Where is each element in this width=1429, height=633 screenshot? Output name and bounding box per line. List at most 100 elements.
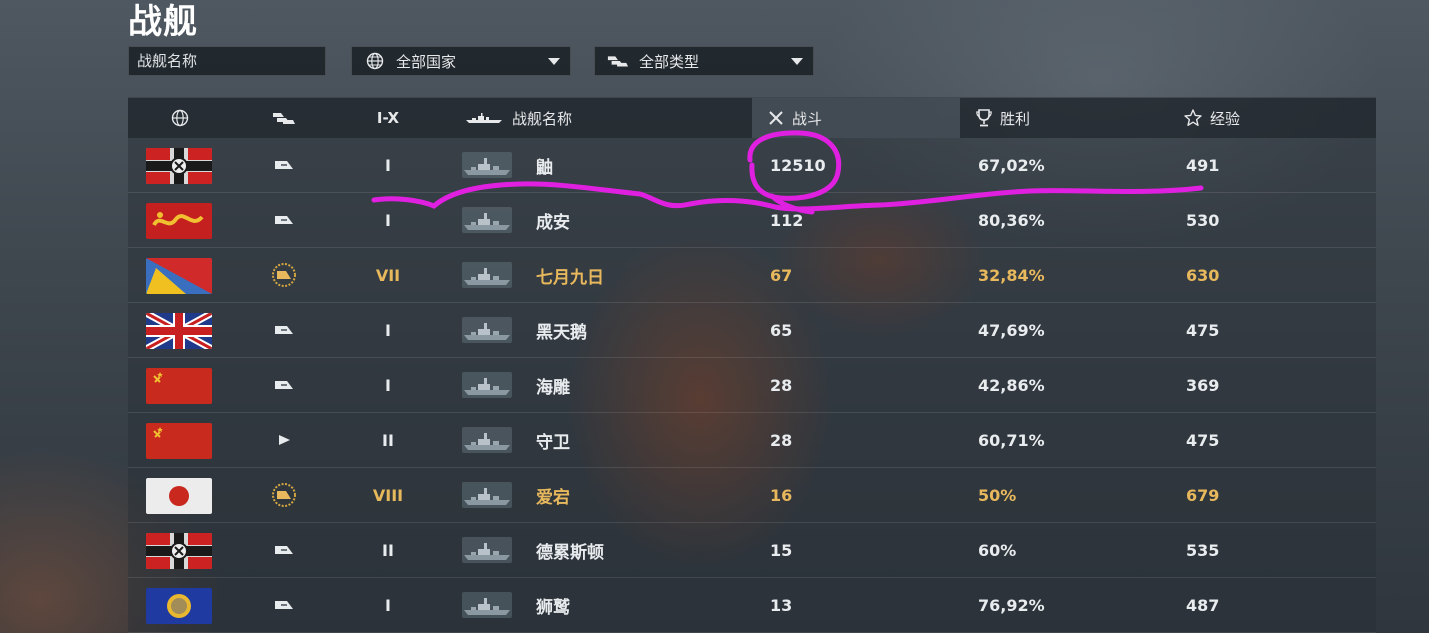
wins-value: 32,84%	[978, 265, 1045, 285]
table-row[interactable]: I 狮鹫 13 76,92% 487	[128, 578, 1376, 633]
wins-value: 42,86%	[978, 375, 1045, 395]
destroyer-icon	[264, 138, 304, 192]
star-icon	[1184, 109, 1202, 127]
destroyer-icon	[264, 303, 304, 357]
ship-tier: I	[385, 375, 391, 395]
ship-name: 七月九日	[536, 267, 604, 288]
table-row[interactable]: II 守卫 28 60,71% 475	[128, 413, 1376, 468]
ships-table: I-X 战舰名称 战斗 胜利 经验 I 鼬 12510 67,02% 491 I…	[128, 97, 1376, 633]
table-row[interactable]: I 鼬 12510 67,02% 491	[128, 138, 1376, 193]
nation-filter-label: 全部国家	[396, 52, 457, 71]
nation-flag-pan-asia	[146, 203, 212, 239]
ship-name: 海雕	[536, 377, 570, 398]
destroyer-icon	[264, 193, 304, 247]
battles-value: 65	[770, 320, 793, 340]
battles-value: 15	[770, 540, 793, 560]
table-header: I-X 战舰名称 战斗 胜利 经验	[128, 97, 1376, 138]
ship-tier: II	[382, 430, 394, 450]
nation-flag-pan-america	[146, 258, 212, 294]
ship-tier: I	[385, 155, 391, 175]
ship-name: 黑天鹅	[536, 322, 587, 343]
chevron-down-icon	[548, 57, 560, 65]
wins-value: 60,71%	[978, 430, 1045, 450]
exp-value: 630	[1186, 265, 1220, 285]
exp-value: 487	[1186, 595, 1220, 615]
ship-name: 守卫	[536, 432, 570, 453]
nation-filter-dropdown[interactable]: 全部国家	[351, 46, 571, 76]
table-row[interactable]: VIII 爱宕 16 50% 679	[128, 468, 1376, 523]
battles-value: 16	[770, 485, 793, 505]
ship-thumbnail	[462, 537, 512, 563]
globe-icon	[364, 52, 386, 70]
header-tier[interactable]: I-X	[364, 98, 412, 138]
table-row[interactable]: II 德累斯顿 15 60% 535	[128, 523, 1376, 578]
exp-value: 475	[1186, 320, 1220, 340]
header-wins-label: 胜利	[1000, 109, 1031, 128]
ship-thumbnail	[462, 262, 512, 288]
ship-thumbnail	[462, 372, 512, 398]
table-body: I 鼬 12510 67,02% 491 I 成安 112 80,36% 530…	[128, 138, 1376, 633]
ship-name: 狮鹫	[536, 597, 570, 618]
exp-value: 369	[1186, 375, 1220, 395]
ship-tier: VIII	[372, 485, 404, 505]
ship-name: 鼬	[536, 157, 553, 178]
destroyer-icon	[264, 358, 304, 412]
ship-silhouette-icon	[466, 113, 502, 123]
header-battles-label: 战斗	[792, 109, 823, 128]
wins-value: 67,02%	[978, 155, 1045, 175]
header-battles[interactable]: 战斗	[768, 98, 948, 138]
ship-thumbnail	[462, 592, 512, 618]
battles-value: 28	[770, 430, 793, 450]
page-title: 战舰	[128, 2, 198, 42]
ship-tier: VII	[375, 265, 401, 285]
header-name[interactable]: 战舰名称	[466, 98, 666, 138]
nation-flag-ussr	[146, 368, 212, 404]
ship-types-icon	[607, 53, 629, 69]
header-name-label: 战舰名称	[512, 109, 573, 128]
ship-thumbnail	[462, 427, 512, 453]
battles-value: 12510	[770, 155, 826, 175]
ship-thumbnail	[462, 482, 512, 508]
trophy-icon	[976, 109, 992, 127]
globe-icon	[171, 109, 189, 127]
ship-types-icon	[272, 110, 296, 126]
ship-thumbnail	[462, 207, 512, 233]
table-row[interactable]: I 成安 112 80,36% 530	[128, 193, 1376, 248]
ship-tier: I	[385, 210, 391, 230]
chevron-down-icon	[791, 57, 803, 65]
destroyer-icon	[264, 578, 304, 632]
nation-flag-uk	[146, 313, 212, 349]
header-type[interactable]	[264, 98, 304, 138]
wins-value: 50%	[978, 485, 1017, 505]
ship-tier: I	[385, 595, 391, 615]
header-exp-label: 经验	[1210, 109, 1241, 128]
premium-destroyer-icon	[264, 468, 304, 522]
wins-value: 60%	[978, 540, 1017, 560]
ship-name: 成安	[536, 212, 570, 233]
table-row[interactable]: I 黑天鹅 65 47,69% 475	[128, 303, 1376, 358]
small-destroyer-icon	[264, 413, 304, 467]
nation-flag-japan	[146, 478, 212, 514]
battles-value: 67	[770, 265, 793, 285]
header-wins[interactable]: 胜利	[976, 98, 1156, 138]
exp-value: 491	[1186, 155, 1220, 175]
ship-thumbnail	[462, 152, 512, 178]
ship-search-input[interactable]	[128, 46, 326, 76]
table-row[interactable]: VII 七月九日 67 32,84% 630	[128, 248, 1376, 303]
type-filter-dropdown[interactable]: 全部类型	[594, 46, 814, 76]
battles-value: 112	[770, 210, 804, 230]
ship-name: 爱宕	[536, 487, 570, 508]
destroyer-icon	[264, 523, 304, 577]
type-filter-label: 全部类型	[639, 52, 700, 71]
ship-thumbnail	[462, 317, 512, 343]
wins-value: 76,92%	[978, 595, 1045, 615]
header-nation[interactable]	[158, 98, 202, 138]
table-row[interactable]: I 海雕 28 42,86% 369	[128, 358, 1376, 413]
header-exp[interactable]: 经验	[1184, 98, 1364, 138]
nation-flag-germany	[146, 533, 212, 569]
nation-flag-ussr	[146, 423, 212, 459]
premium-destroyer-icon	[264, 248, 304, 302]
exp-value: 535	[1186, 540, 1220, 560]
exp-value: 679	[1186, 485, 1220, 505]
wins-value: 47,69%	[978, 320, 1045, 340]
